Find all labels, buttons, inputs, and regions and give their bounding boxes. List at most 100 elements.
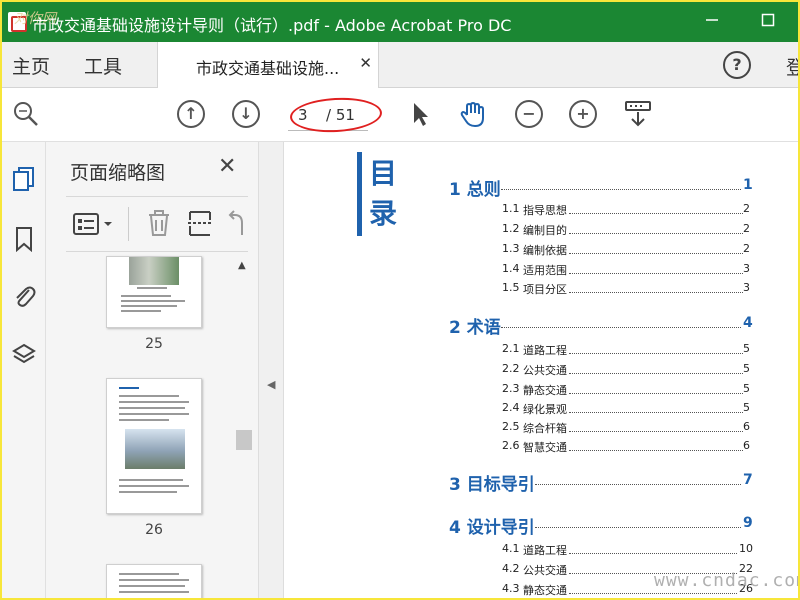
title-bar: 对你网 市政交通基础设施设计导则（试行）.pdf - Adobe Acrobat… (2, 2, 798, 42)
help-icon[interactable]: ? (723, 51, 751, 79)
heading-bar (357, 152, 362, 236)
toc-chapter-title: 3 目标导引 (449, 475, 535, 495)
panel-toolbar (66, 196, 248, 252)
sign-in-link[interactable]: 登 (786, 53, 798, 80)
thumbnail-page-25[interactable] (106, 256, 202, 328)
toc-section-title: 静态交通 (523, 584, 567, 597)
rotate-page-icon[interactable] (226, 209, 248, 237)
toc-section-number: 4.2 (502, 562, 520, 575)
thumbnail-image (129, 257, 179, 285)
toc-section-number: 1.1 (502, 202, 520, 215)
toc-page-number: 5 (743, 382, 750, 395)
toolbar-separator (128, 207, 129, 241)
panel-title: 页面缩略图 (70, 162, 166, 184)
toc-section-number: 1.2 (502, 222, 520, 235)
thumbnail-label: 25 (145, 336, 163, 352)
attachment-icon[interactable] (12, 282, 36, 308)
site-watermark: www.cndac.com (654, 570, 798, 591)
toc-section-number: 2.3 (502, 382, 520, 395)
toc-section-number: 4.3 (502, 582, 520, 595)
minimize-icon (706, 19, 718, 21)
toc-leader-dots (569, 412, 743, 413)
close-tab-icon[interactable]: ✕ (359, 54, 372, 72)
thumbnails-panel: 页面缩略图 ✕ 25 26 ▲ (46, 142, 258, 598)
toc-page-number: 4 (743, 315, 753, 331)
toc-leader-dots (569, 553, 737, 554)
minimize-button[interactable] (694, 8, 730, 36)
toc-section-number: 4.1 (502, 542, 520, 555)
bookmark-icon[interactable] (12, 226, 36, 252)
toc-leader-dots (569, 431, 743, 432)
toc-leader-dots (569, 273, 743, 274)
toc-leader-dots (569, 450, 743, 451)
toc-leader-dots (569, 233, 743, 234)
toc-section-title: 道路工程 (523, 544, 567, 557)
layers-icon[interactable] (12, 342, 36, 368)
toc-section-title: 编制依据 (523, 244, 567, 257)
hand-tool-icon[interactable] (458, 100, 486, 128)
tab-home[interactable]: 主页 (12, 52, 50, 79)
toc-section-title: 综合杆箱 (523, 422, 567, 435)
delete-page-icon[interactable] (146, 209, 172, 237)
toc-section-number: 2.5 (502, 420, 520, 433)
toc-section-number: 1.5 (502, 281, 520, 294)
thumbnail-options-icon[interactable] (72, 211, 116, 237)
thumbnail-scrollbar[interactable]: ▲ (234, 254, 254, 598)
maximize-button[interactable] (750, 8, 786, 36)
toc-leader-dots (569, 213, 743, 214)
page-display-icon[interactable] (624, 100, 652, 128)
toc-section-number: 1.4 (502, 262, 520, 275)
tab-tools[interactable]: 工具 (84, 52, 122, 79)
previous-page-icon[interactable]: ↑ (177, 100, 205, 128)
toc-section-title: 适用范围 (523, 264, 567, 277)
zoom-out-icon[interactable]: − (515, 100, 543, 128)
heading-char: 录 (369, 197, 398, 230)
scrollbar-thumb[interactable] (236, 430, 252, 450)
toc-page-number: 6 (743, 439, 750, 452)
toc-page-number: 2 (743, 202, 750, 215)
toc-leader-dots (569, 593, 737, 594)
collapse-arrow-icon[interactable]: ◀ (267, 378, 275, 391)
toc-page-number: 9 (743, 515, 753, 531)
panel-close-icon[interactable]: ✕ (218, 154, 236, 179)
toc-section-title: 绿化景观 (523, 403, 567, 416)
acrobat-window: 对你网 市政交通基础设施设计导则（试行）.pdf - Adobe Acrobat… (2, 2, 798, 598)
toc-section-title: 编制目的 (523, 224, 567, 237)
toc-page-number: 3 (743, 281, 750, 294)
toc-section-number: 2.1 (502, 342, 520, 355)
thumbnail-label: 26 (145, 522, 163, 538)
toc-leader-dots (569, 292, 743, 293)
toc-page-number: 10 (739, 542, 753, 555)
toc-leader-dots (569, 353, 743, 354)
scroll-up-icon[interactable]: ▲ (238, 260, 246, 271)
navigation-rail (2, 142, 46, 598)
toc-section-title: 静态交通 (523, 384, 567, 397)
panel-collapse-strip[interactable]: ◀ (258, 142, 284, 598)
zoom-in-icon[interactable]: + (569, 100, 597, 128)
toc-page-number: 1 (743, 177, 753, 193)
thumbnail-page-27[interactable] (106, 564, 202, 598)
toc-chapter-title: 2 术语 (449, 318, 501, 338)
thumbnail-image (125, 429, 185, 469)
insert-page-icon[interactable] (186, 209, 214, 237)
toc-page-number: 7 (743, 472, 753, 488)
toc-leader-dots (569, 373, 743, 374)
toc-leader-dots (535, 484, 741, 485)
toc-section-number: 2.4 (502, 401, 520, 414)
tab-document[interactable]: 市政交通基础设施... ✕ (157, 42, 379, 88)
toc-page-number: 5 (743, 401, 750, 414)
search-zoom-icon[interactable] (12, 100, 40, 128)
next-page-icon[interactable]: ↓ (232, 100, 260, 128)
toc-section-number: 2.6 (502, 439, 520, 452)
thumbnail-page-26[interactable] (106, 378, 202, 514)
page-thumbnails-icon[interactable] (12, 166, 36, 192)
toc-page-number: 2 (743, 222, 750, 235)
toc-page-number: 5 (743, 362, 750, 375)
toc-leader-dots (569, 253, 743, 254)
document-page: 目 录 1 总则 1 1.1 指导思想 2 1.2 编制目的 2 1.3 编制依据 2 1.4 适用范围… (285, 142, 798, 598)
select-cursor-icon[interactable] (406, 100, 434, 128)
toc-page-number: 2 (743, 242, 750, 255)
toc-section-title: 公共交通 (523, 564, 567, 577)
toolbar: ↑ ↓ 3 / 51 − + (2, 88, 798, 142)
toc-section-title: 指导思想 (523, 204, 567, 217)
